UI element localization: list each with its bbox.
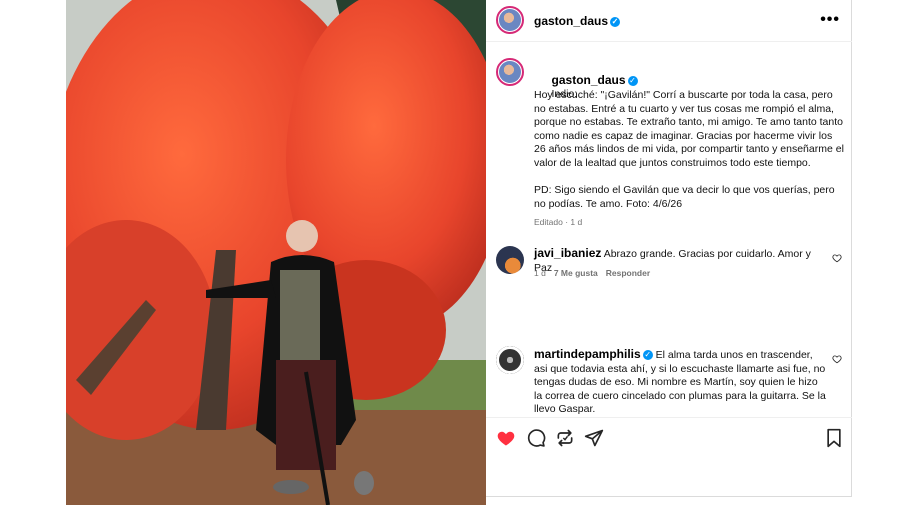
post-header: gaston_daus ✓ ••• [486, 0, 852, 42]
post-photo[interactable] [66, 0, 486, 505]
verified-badge-icon: ✓ [642, 350, 653, 360]
more-options-icon[interactable]: ••• [820, 11, 840, 29]
comment-text: martindepamphilis ✓ El alma tarda unos en… [534, 347, 826, 417]
bookmark-icon[interactable] [824, 428, 844, 448]
repost-icon[interactable] [555, 428, 575, 448]
caption-meta: Editado · 1 d [534, 217, 583, 227]
author-username-line[interactable]: gaston_daus ✓ [534, 14, 621, 28]
comment-avatar[interactable] [496, 246, 524, 274]
verified-badge-icon: ✓ [627, 75, 638, 86]
comment-icon[interactable] [526, 428, 546, 448]
comment-like-heart-icon[interactable] [832, 354, 842, 364]
comment-like-heart-icon[interactable] [832, 253, 842, 263]
send-icon[interactable] [584, 428, 604, 448]
comment-meta: 1 d 7 Me gusta Responder [534, 268, 650, 278]
author-avatar[interactable] [496, 6, 524, 34]
heart-icon[interactable] [496, 428, 516, 448]
comment-likes[interactable]: 7 Me gusta [554, 268, 598, 278]
comment-username[interactable]: javi_ibaniez [534, 246, 601, 260]
caption-avatar[interactable] [496, 58, 524, 86]
caption-username[interactable]: gaston_daus [552, 73, 626, 87]
comment-avatar[interactable] [496, 346, 524, 374]
comments-scroll[interactable]: gaston_daus ✓ Indio: Hoy escuché: "¡Gavil… [486, 43, 852, 417]
reply-button[interactable]: Responder [606, 268, 650, 278]
post-panel: gaston_daus ✓ ••• gaston_daus ✓ Indio: Hoy… [486, 0, 852, 497]
caption-body: Hoy escuché: "¡Gavilán!" Corrí a buscart… [534, 89, 844, 210]
action-bar [486, 417, 852, 457]
comment-time: 1 d [534, 268, 546, 278]
verified-badge-icon: ✓ [610, 17, 621, 27]
comment-username[interactable]: martindepamphilis [534, 347, 641, 361]
author-username[interactable]: gaston_daus [534, 14, 608, 28]
